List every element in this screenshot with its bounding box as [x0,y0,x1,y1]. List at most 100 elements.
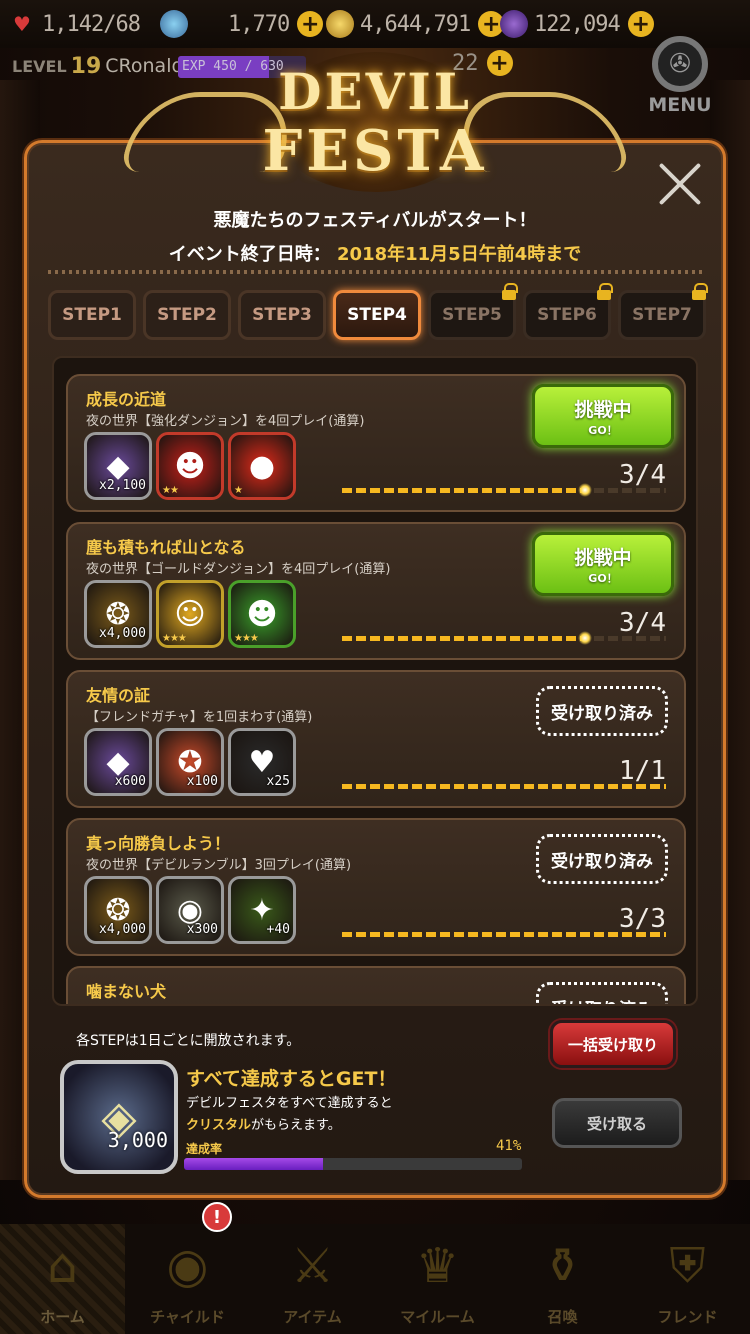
reward-item[interactable]: ✦ +40 [228,876,296,944]
mission-progress: 1/1 [619,756,666,786]
reward-qty: x4,000 [99,922,146,937]
reward-stars: ★★ [162,485,179,496]
reward-item[interactable]: ◆ x2,100 [84,432,152,500]
reward-item[interactable]: ☺ ★★★ [156,580,224,648]
friend-shield-icon: ⛨ [669,1237,706,1294]
tab-step1[interactable]: STEP1 [48,290,136,340]
red-devil-child-icon: ☻ [174,448,206,484]
mission-progress-fill [342,784,666,789]
step-label: STEP7 [632,305,692,325]
orbs-counter: 1,770 + [160,8,324,40]
go-label: GO！ [588,424,618,437]
nav-item-2[interactable]: ⚔ アイテム [250,1224,375,1334]
mission-progress: 3/3 [619,904,666,934]
logo-line1: DEVIL [278,62,472,121]
summon-jar-icon: ⚱ [542,1238,583,1294]
orbs-value: 1,770 [228,11,290,37]
lock-icon [691,283,708,300]
nav-label: マイルーム [400,1308,475,1326]
mission-title: 成長の近道 [86,390,167,409]
reward-item[interactable]: ❂ x4,000 [84,876,152,944]
divider [48,270,702,274]
complete-all-desc2: クリスタルがもらえます。 [186,1114,341,1133]
tab-step4[interactable]: STEP4 [333,290,421,340]
crystal-highlight: クリスタル [186,1118,252,1133]
reward-qty: x4,000 [99,626,146,641]
tab-step6[interactable]: STEP6 [523,283,613,340]
reward-item[interactable]: ✪ x100 [156,728,224,796]
lock-icon [596,283,613,300]
reward-qty: x100 [186,774,218,789]
nav-item-5[interactable]: ⛨ フレンド [625,1224,750,1334]
hearts-value: 1,142/68 [42,11,141,37]
received-button[interactable]: 受け取り済み [536,686,668,736]
reward-item[interactable]: ◆ x600 [84,728,152,796]
alert-badge-icon: ! [202,1202,232,1232]
nav-label: チャイルド [150,1308,225,1326]
crystals-counter: 122,094 + [500,8,654,40]
mission-card: 成長の近道 夜の世界【強化ダンジョン】を4回プレイ(通算) ◆ x2,100 ☻ ★★ ● ★… [66,374,686,512]
tab-step7[interactable]: STEP7 [618,283,708,340]
nav-item-0[interactable]: ⌂ ホーム [0,1224,125,1334]
challenge-go-button[interactable]: 挑戦中 GO！ [532,532,674,596]
step-label: STEP3 [252,305,312,325]
mission-title: 噛まない犬 [86,982,167,1001]
step-label: STEP5 [442,305,502,325]
received-button[interactable]: 受け取り済み [536,834,668,884]
wrench-gear-icon: ✇ [652,36,708,92]
grand-reward-qty: 3,000 [107,1128,168,1152]
reward-item[interactable]: ● ★ [228,432,296,500]
nav-item-4[interactable]: ⚱ 召喚 [500,1224,625,1334]
challenge-label: 挑戦中 [574,399,632,421]
reward-list: ◆ x600 ✪ x100 ♥ x25 [84,728,296,798]
mission-progress-bar [342,932,666,937]
tab-step3[interactable]: STEP3 [238,290,326,340]
orb-icon [160,10,188,38]
menu-button[interactable]: ✇ MENU [648,36,712,116]
completion-rate-percent: 41% [496,1138,522,1154]
mission-list[interactable]: 成長の近道 夜の世界【強化ダンジョン】を4回プレイ(通算) ◆ x2,100 ☻ ★★ ● ★… [52,356,698,1006]
bulk-receive-button[interactable]: 一括受け取り [550,1020,676,1068]
step-label: STEP1 [62,305,122,325]
add-crystals-button[interactable]: + [627,11,654,37]
mission-card: 噛まない犬【NORMAL】3ステージダンジョンをクリア 受け取り済み [66,966,686,1004]
complete-all-desc1: デビルフェスタをすべて達成すると [186,1096,393,1111]
nav-label: ホーム [40,1308,85,1326]
end-date-label: イベント終了日時： [168,244,331,265]
close-button[interactable] [656,160,704,208]
mission-progress-fill [342,488,585,493]
nav-label: フレンド [657,1308,718,1326]
tab-step5[interactable]: STEP5 [428,283,518,340]
gold-coin-icon [326,10,354,38]
reward-item[interactable]: ♥ x25 [228,728,296,796]
nav-item-1[interactable]: ◉ チャイルド [125,1224,250,1334]
end-date-value: 2018年11月5日午前4時まで [337,244,582,265]
step-tabs: STEP1 STEP2 STEP3 STEP4 STEP5 STEP6 STEP… [48,283,708,342]
receive-button[interactable]: 受け取る [552,1098,682,1148]
crystals-value: 122,094 [534,11,621,37]
grand-reward-crystal: ◈ 3,000 [60,1060,178,1174]
nav-label: アイテム [283,1308,342,1326]
mission-title: 友情の証 [86,686,151,705]
reward-item[interactable]: ☻ ★★★ [228,580,296,648]
crystal-icon [500,10,528,38]
reward-stars: ★ [234,485,243,496]
hearts-counter: ♥ 1,142/68 [8,8,141,40]
received-button[interactable]: 受け取り済み [536,982,668,1004]
challenge-go-button[interactable]: 挑戦中 GO！ [532,384,674,448]
reward-qty: x2,100 [99,478,146,493]
reward-item[interactable]: ◉ x300 [156,876,224,944]
mission-title: 塵も積もれば山となる [86,538,246,557]
reward-item[interactable]: ☻ ★★ [156,432,224,500]
challenge-label: 挑戦中 [574,547,632,569]
event-end-date: イベント終了日時： 2018年11月5日午前4時まで [0,240,750,266]
completion-rate-label: 達成率 [186,1142,223,1156]
reward-list: ❂ x4,000 ◉ x300 ✦ +40 [84,876,296,946]
home-icon: ⌂ [47,1238,78,1294]
level-label: LEVEL [12,56,67,76]
add-orbs-button[interactable]: + [297,11,324,37]
progress-spark-icon [578,631,592,645]
nav-item-3[interactable]: ♛ マイルーム [375,1224,500,1334]
tab-step2[interactable]: STEP2 [143,290,231,340]
reward-item[interactable]: ❂ x4,000 [84,580,152,648]
